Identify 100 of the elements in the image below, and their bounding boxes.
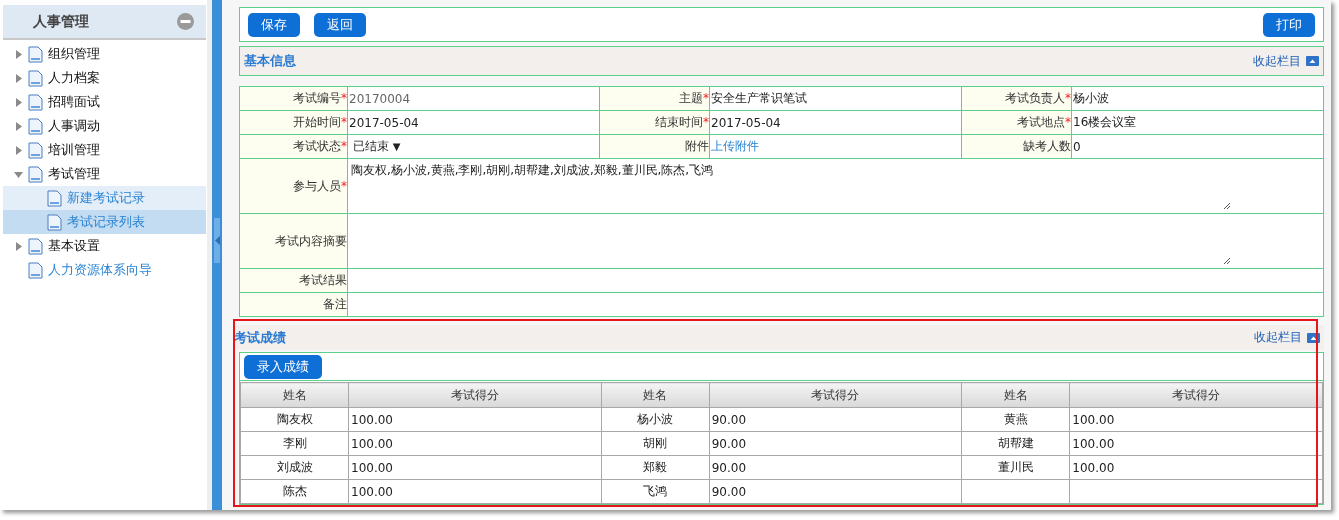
table-cell: 胡帮建 bbox=[961, 431, 1070, 456]
table-cell: 100.00 bbox=[348, 431, 602, 456]
field-label: 附件 bbox=[599, 134, 710, 159]
table-cell: 100.00 bbox=[348, 455, 602, 480]
required-mark: * bbox=[341, 91, 347, 105]
toolbar-button[interactable]: 保存 bbox=[248, 12, 300, 37]
collapse-arrow-icon[interactable] bbox=[214, 236, 220, 245]
collapsed-arrow-icon[interactable] bbox=[14, 145, 23, 155]
required-mark: * bbox=[341, 115, 347, 129]
table-cell: 杨小波 bbox=[601, 407, 710, 432]
table-cell: 飞鸿 bbox=[601, 479, 710, 504]
collapsed-arrow-icon[interactable] bbox=[14, 241, 23, 251]
section-title: 基本信息 bbox=[244, 52, 296, 70]
column-header: 姓名 bbox=[961, 382, 1070, 408]
field-value: 安全生产常识笔试 bbox=[711, 91, 807, 105]
table-cell: 100.00 bbox=[1069, 407, 1323, 432]
tree-item[interactable]: 考试管理 bbox=[3, 162, 206, 186]
table-cell: 董川民 bbox=[961, 455, 1070, 480]
field-label: 考试结果 bbox=[239, 268, 348, 293]
field-label: 考试状态* bbox=[239, 134, 348, 159]
document-icon bbox=[47, 213, 62, 231]
required-mark: * bbox=[703, 115, 709, 129]
document-icon bbox=[28, 141, 43, 159]
column-header: 姓名 bbox=[240, 382, 349, 408]
collapse-icon[interactable] bbox=[177, 13, 194, 30]
table-cell: 刘成波 bbox=[240, 455, 349, 480]
tree-item[interactable]: 人力档案 bbox=[3, 66, 206, 90]
table-cell: 100.00 bbox=[1069, 455, 1323, 480]
required-mark: * bbox=[1065, 91, 1071, 105]
document-icon bbox=[28, 237, 43, 255]
collapse-up-icon[interactable] bbox=[1306, 56, 1319, 66]
column-header: 考试得分 bbox=[348, 382, 602, 408]
document-icon bbox=[47, 189, 62, 207]
section-title: 考试成绩 bbox=[234, 328, 286, 347]
field-label: 结束时间* bbox=[599, 110, 710, 135]
sidebar-title: 人事管理 bbox=[33, 12, 90, 31]
tree-item[interactable]: 新建考试记录 bbox=[3, 186, 206, 210]
resize-grip-icon[interactable] bbox=[1223, 202, 1231, 210]
resize-grip-icon[interactable] bbox=[1223, 257, 1231, 265]
splitter-handle[interactable] bbox=[214, 218, 220, 263]
field-label: 缺考人数 bbox=[961, 134, 1072, 159]
table-cell: 黄燕 bbox=[961, 407, 1070, 432]
field-label: 考试负责人* bbox=[961, 86, 1072, 111]
collapse-up-icon[interactable] bbox=[1307, 332, 1320, 343]
table-cell: 胡刚 bbox=[601, 431, 710, 456]
table-cell: 90.00 bbox=[709, 479, 962, 504]
field-label: 参与人员* bbox=[239, 158, 348, 214]
field-value: 陶友权,杨小波,黄燕,李刚,胡刚,胡帮建,刘成波,郑毅,董川民,陈杰,飞鸿 bbox=[350, 162, 715, 179]
required-mark: * bbox=[1065, 115, 1071, 129]
collapsed-arrow-icon[interactable] bbox=[14, 49, 23, 59]
collapse-link[interactable]: 收起栏目 bbox=[1254, 329, 1302, 346]
table-cell: 陶友权 bbox=[240, 407, 349, 432]
table-cell: 100.00 bbox=[1069, 431, 1323, 456]
document-icon bbox=[28, 261, 43, 279]
table-cell: 陈杰 bbox=[240, 479, 349, 504]
collapsed-arrow-icon[interactable] bbox=[14, 121, 23, 131]
tree-item[interactable]: 组织管理 bbox=[3, 42, 206, 66]
table-cell: 李刚 bbox=[240, 431, 349, 456]
field-value: 20170004 bbox=[349, 91, 411, 106]
table-cell: 郑毅 bbox=[601, 455, 710, 480]
field-label: 开始时间* bbox=[239, 110, 348, 135]
tree-item[interactable]: 人事调动 bbox=[3, 114, 206, 138]
required-mark: * bbox=[703, 91, 709, 105]
enter-scores-button[interactable]: 录入成绩 bbox=[244, 354, 322, 379]
field-label: 考试编号* bbox=[239, 86, 348, 111]
document-icon bbox=[28, 165, 43, 183]
table-cell: 100.00 bbox=[348, 479, 602, 504]
tree-item[interactable]: 招聘面试 bbox=[3, 90, 206, 114]
expanded-arrow-icon[interactable] bbox=[14, 169, 23, 179]
document-icon bbox=[28, 93, 43, 111]
collapsed-arrow-icon[interactable] bbox=[14, 73, 23, 83]
field-label: 备注 bbox=[239, 292, 348, 317]
tree-item[interactable]: 培训管理 bbox=[3, 138, 206, 162]
required-mark: * bbox=[341, 178, 347, 193]
collapsed-arrow-icon[interactable] bbox=[14, 97, 23, 107]
tree-item[interactable]: 基本设置 bbox=[3, 234, 206, 258]
print-button[interactable]: 打印 bbox=[1263, 12, 1315, 37]
field-value: 杨小波 bbox=[1073, 91, 1109, 105]
column-header: 考试得分 bbox=[1069, 382, 1323, 408]
collapse-link[interactable]: 收起栏目 bbox=[1253, 52, 1301, 70]
field-value: 16楼会议室 bbox=[1073, 115, 1137, 129]
upload-link[interactable]: 上传附件 bbox=[711, 139, 759, 153]
field-value: 0 bbox=[1073, 139, 1081, 154]
table-cell: 100.00 bbox=[348, 407, 602, 432]
status-dropdown[interactable]: 已结束 ▼ bbox=[349, 139, 401, 153]
table-cell: 90.00 bbox=[709, 407, 962, 432]
required-mark: * bbox=[341, 139, 347, 153]
document-icon bbox=[28, 69, 43, 87]
column-header: 姓名 bbox=[601, 382, 710, 408]
tree-item[interactable]: 人力资源体系向导 bbox=[3, 258, 206, 282]
table-cell: 90.00 bbox=[709, 431, 962, 456]
field-label: 主题* bbox=[599, 86, 710, 111]
field-value: 2017-05-04 bbox=[349, 115, 419, 130]
field-label: 考试地点* bbox=[961, 110, 1072, 135]
table-cell: 90.00 bbox=[709, 455, 962, 480]
document-icon bbox=[28, 45, 43, 63]
text-area[interactable]: 陶友权,杨小波,黄燕,李刚,胡刚,胡帮建,刘成波,郑毅,董川民,陈杰,飞鸿 bbox=[347, 158, 1324, 214]
column-header: 考试得分 bbox=[709, 382, 962, 408]
field-value: 2017-05-04 bbox=[711, 115, 781, 130]
toolbar-button[interactable]: 返回 bbox=[314, 12, 366, 37]
